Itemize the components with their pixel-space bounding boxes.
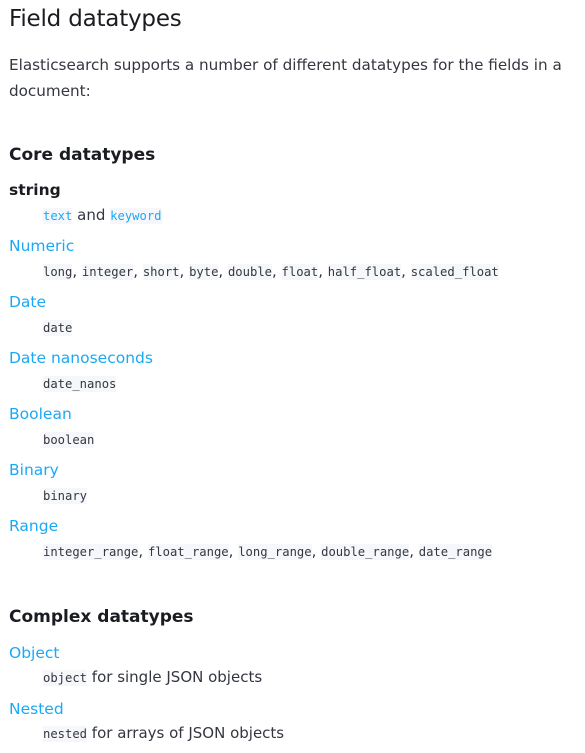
string-description: text and keyword [43, 205, 162, 226]
date-types-list: date [43, 317, 73, 338]
nested-type: nested [43, 726, 88, 742]
numeric-type: half_float [327, 264, 402, 280]
numeric-types-list: long, integer, short, byte, double, floa… [43, 262, 499, 280]
text-type-link[interactable]: text [43, 208, 73, 224]
numeric-type: scaled_float [410, 264, 499, 280]
numeric-type: long [43, 264, 73, 280]
date-nanos-term-link[interactable]: Date nanoseconds [9, 348, 153, 368]
binary-term-link[interactable]: Binary [9, 460, 59, 480]
numeric-term-link[interactable]: Numeric [9, 236, 74, 256]
date-nanos-type: date_nanos [43, 376, 117, 392]
object-term-link[interactable]: Object [9, 643, 59, 663]
numeric-type: float [281, 264, 319, 280]
range-type: date_range [418, 544, 493, 560]
date-nanos-types-list: date_nanos [43, 373, 117, 394]
binary-types-list: binary [43, 485, 88, 506]
boolean-term-link[interactable]: Boolean [9, 404, 72, 424]
page-title: Field datatypes [9, 6, 182, 32]
range-type: double_range [321, 544, 410, 560]
numeric-type: double [227, 264, 272, 280]
boolean-types-list: boolean [43, 429, 95, 450]
complex-datatypes-heading: Complex datatypes [9, 607, 194, 627]
nested-term-link[interactable]: Nested [9, 699, 64, 719]
range-types-list: integer_range, float_range, long_range, … [43, 542, 493, 560]
intro-paragraph: Elasticsearch supports a number of diffe… [9, 56, 562, 100]
object-desc-text: for single JSON objects [87, 668, 263, 686]
object-description: object for single JSON objects [43, 667, 262, 688]
numeric-type: byte [189, 264, 219, 280]
range-type: float_range [147, 544, 229, 560]
numeric-type: integer [81, 264, 134, 280]
string-term: string [9, 181, 61, 199]
binary-type: binary [43, 488, 88, 504]
nested-description: nested for arrays of JSON objects [43, 723, 284, 744]
numeric-type: short [142, 264, 180, 280]
date-term-link[interactable]: Date [9, 292, 46, 312]
keyword-type-link[interactable]: keyword [110, 208, 162, 224]
boolean-type: boolean [43, 432, 95, 448]
range-type: long_range [238, 544, 312, 560]
range-type: integer_range [43, 544, 139, 560]
date-type: date [43, 320, 73, 336]
object-type: object [43, 670, 88, 686]
core-datatypes-heading: Core datatypes [9, 145, 156, 165]
nested-desc-text: for arrays of JSON objects [87, 724, 285, 742]
and-text: and [77, 206, 106, 224]
range-term-link[interactable]: Range [9, 516, 58, 536]
